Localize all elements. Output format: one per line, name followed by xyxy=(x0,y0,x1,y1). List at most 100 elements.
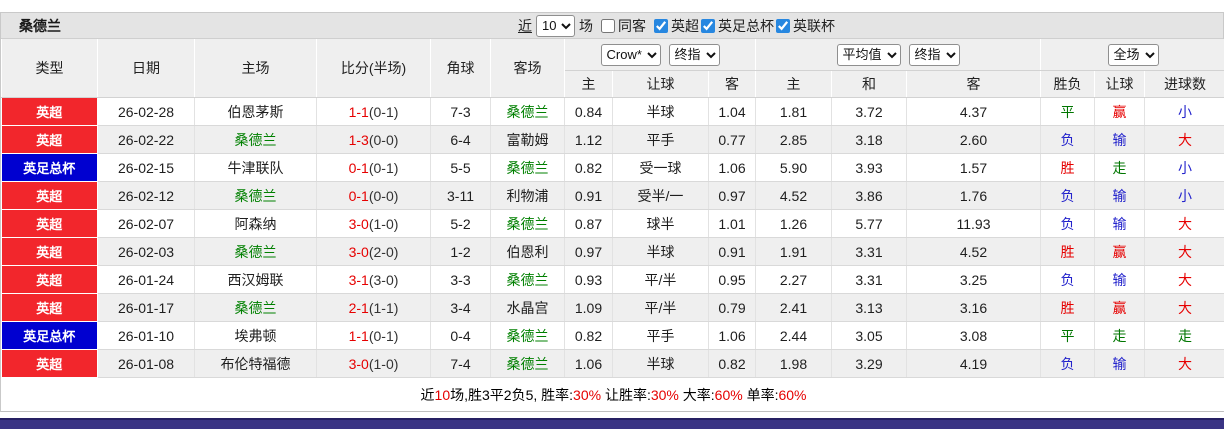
filter-checkbox-1[interactable] xyxy=(701,18,715,33)
euro-away-odds-cell: 4.52 xyxy=(906,237,1042,266)
euro-away-odds-cell: 2.60 xyxy=(906,125,1042,154)
euro-away-odds-cell: 3.25 xyxy=(906,265,1042,294)
filter-toggle-0[interactable]: 英超 xyxy=(654,16,699,36)
euro-home-odds-cell: 1.98 xyxy=(755,349,832,378)
filter-label-1: 英足总杯 xyxy=(718,17,774,34)
same-away-toggle[interactable]: 同客 xyxy=(601,16,646,36)
halftime-score: (0-0) xyxy=(368,131,399,148)
euro-home-odds-cell: 1.26 xyxy=(755,209,832,238)
scope-select[interactable]: 全场 xyxy=(1107,43,1159,66)
col-asia-home: 主 xyxy=(564,70,613,98)
euro-draw-odds-cell: 3.93 xyxy=(831,153,907,182)
away-team-cell: 桑德兰 xyxy=(490,265,565,294)
home-team-cell: 伯恩茅斯 xyxy=(194,97,317,126)
asia-home-odds-cell: 0.93 xyxy=(564,265,613,294)
summary-segment: 近 xyxy=(420,386,435,403)
corner-cell: 0-4 xyxy=(430,321,491,350)
euro-home-odds-cell: 1.91 xyxy=(755,237,832,266)
result-cell: 胜 xyxy=(1040,237,1096,266)
euro-draw-odds-cell: 3.86 xyxy=(831,181,907,210)
asia-away-odds-cell: 0.79 xyxy=(708,293,756,322)
halftime-score: (2-0) xyxy=(368,243,399,260)
euro-draw-odds-cell: 3.72 xyxy=(831,97,907,126)
asia-index-select[interactable]: 终指 xyxy=(668,43,720,66)
summary-segment: 60% xyxy=(778,386,807,403)
summary-segment: 10 xyxy=(434,386,451,403)
summary-segment: 60% xyxy=(714,386,743,403)
handicap-result-cell: 走 xyxy=(1094,321,1146,350)
corner-cell: 7-3 xyxy=(430,97,491,126)
type-cell: 英超 xyxy=(1,265,98,294)
col-euro-home: 主 xyxy=(755,70,832,98)
asia-handicap-cell: 平/半 xyxy=(612,265,709,294)
handicap-result-cell: 输 xyxy=(1094,209,1146,238)
col-score: 比分(半场) xyxy=(316,39,431,98)
type-cell: 英足总杯 xyxy=(1,321,98,350)
filter-checkbox-2[interactable] xyxy=(776,18,790,33)
euro-index-select[interactable]: 终指 xyxy=(908,43,960,66)
asia-handicap-cell: 平手 xyxy=(612,321,709,350)
score-cell: 3-0(2-0) xyxy=(316,237,431,266)
table-row: 英超 26-02-28 伯恩茅斯 1-1(0-1) 7-3 桑德兰 0.84 半球 1.04 1.… xyxy=(1,97,1224,126)
date-cell: 26-02-28 xyxy=(97,97,195,126)
away-team-cell: 水晶宫 xyxy=(490,293,565,322)
result-cell: 负 xyxy=(1040,209,1096,238)
date-cell: 26-01-24 xyxy=(97,265,195,294)
asia-company-select[interactable]: Crow* xyxy=(600,43,661,66)
euro-draw-odds-cell: 5.77 xyxy=(831,209,907,238)
halftime-score: (1-1) xyxy=(368,299,399,316)
col-goals: 进球数 xyxy=(1144,70,1224,98)
filter-controls: 近 10 场 同客 英超 英足总杯 英联杯 xyxy=(518,14,835,37)
asia-away-odds-cell: 1.04 xyxy=(708,97,756,126)
away-team-cell: 桑德兰 xyxy=(490,209,565,238)
type-cell: 英超 xyxy=(1,349,98,378)
table-header: 类型 日期 主场 比分(半场) 角球 客场 Crow* 终指 平均值 终指 全场… xyxy=(1,39,1224,98)
filter-label-0: 英超 xyxy=(671,17,699,34)
team-recent-matches-panel: 桑德兰 近 10 场 同客 英超 英足总杯 英联杯 类型 日期 主场 比分(半场… xyxy=(0,12,1224,412)
filter-toggle-2[interactable]: 英联杯 xyxy=(776,16,835,36)
table-row: 英超 26-02-07 阿森纳 3-0(1-0) 5-2 桑德兰 0.87 球半 1.01 1.2… xyxy=(1,209,1224,238)
col-home: 主场 xyxy=(194,39,317,98)
fulltime-score: 3-0 xyxy=(348,243,369,260)
col-result: 胜负 xyxy=(1040,70,1096,98)
summary-segment: 30% xyxy=(573,386,602,403)
euro-away-odds-cell: 1.76 xyxy=(906,181,1042,210)
filter-toggle-1[interactable]: 英足总杯 xyxy=(701,16,774,36)
asia-odds-selector-group: Crow* 终指 xyxy=(564,39,756,71)
euro-home-odds-cell: 2.85 xyxy=(755,125,832,154)
date-cell: 26-02-03 xyxy=(97,237,195,266)
result-cell: 负 xyxy=(1040,125,1096,154)
table-row: 英超 26-02-22 桑德兰 1-3(0-0) 6-4 富勒姆 1.12 平手 0.77 2.8… xyxy=(1,125,1224,154)
date-cell: 26-02-22 xyxy=(97,125,195,154)
score-cell: 3-0(1-0) xyxy=(316,349,431,378)
asia-away-odds-cell: 0.82 xyxy=(708,349,756,378)
euro-company-select[interactable]: 平均值 xyxy=(836,43,901,66)
fulltime-score: 1-1 xyxy=(348,103,369,120)
asia-away-odds-cell: 1.01 xyxy=(708,209,756,238)
filter-checkbox-0[interactable] xyxy=(654,18,668,33)
handicap-result-cell: 输 xyxy=(1094,265,1146,294)
result-cell: 负 xyxy=(1040,265,1096,294)
same-away-checkbox[interactable] xyxy=(601,18,615,33)
handicap-result-cell: 赢 xyxy=(1094,237,1146,266)
fulltime-score: 0-1 xyxy=(348,187,369,204)
asia-handicap-cell: 平手 xyxy=(612,125,709,154)
col-type: 类型 xyxy=(1,39,98,98)
col-date: 日期 xyxy=(97,39,195,98)
result-cell: 负 xyxy=(1040,181,1096,210)
home-team-cell: 桑德兰 xyxy=(194,237,317,266)
recent-link[interactable]: 近 xyxy=(518,16,532,36)
col-corner: 角球 xyxy=(430,39,491,98)
euro-away-odds-cell: 3.16 xyxy=(906,293,1042,322)
halftime-score: (3-0) xyxy=(368,271,399,288)
date-cell: 26-02-07 xyxy=(97,209,195,238)
recent-count-select[interactable]: 10 xyxy=(536,14,575,37)
home-team-cell: 西汉姆联 xyxy=(194,265,317,294)
summary-segment: 场,胜3平2负5, 胜率: xyxy=(450,386,574,403)
score-cell: 1-1(0-1) xyxy=(316,97,431,126)
goals-cell: 大 xyxy=(1144,293,1224,322)
euro-home-odds-cell: 1.81 xyxy=(755,97,832,126)
table-row: 英超 26-02-03 桑德兰 3-0(2-0) 1-2 伯恩利 0.97 半球 0.91 1.9… xyxy=(1,237,1224,266)
col-asia-away: 客 xyxy=(708,70,756,98)
fulltime-score: 1-3 xyxy=(348,131,369,148)
